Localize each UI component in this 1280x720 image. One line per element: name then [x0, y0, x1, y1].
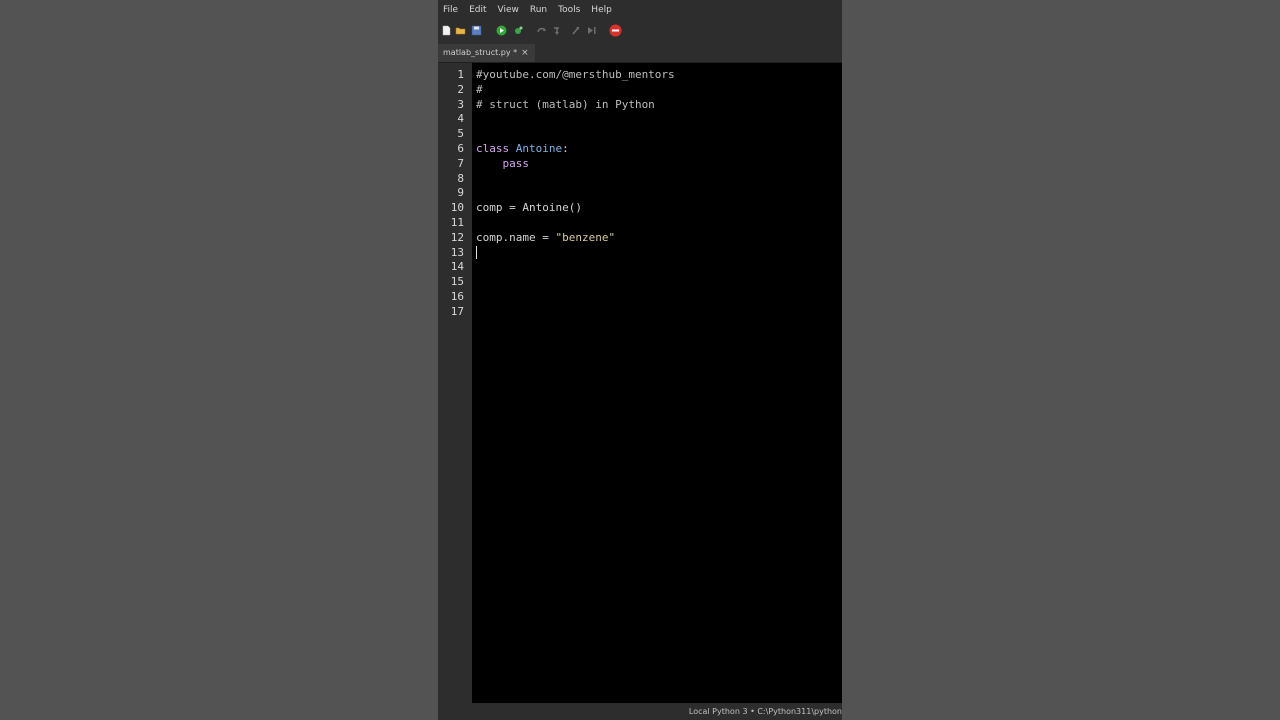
line-number: 14 [450, 260, 464, 273]
toolbar [438, 21, 842, 40]
keyword-class: class [476, 142, 510, 155]
code-line-2: # [476, 83, 483, 96]
line-number: 11 [450, 216, 464, 229]
status-separator: • [750, 707, 755, 716]
code-line-10: comp = Antoine() [476, 201, 582, 214]
new-file-icon[interactable] [441, 25, 452, 36]
run-icon[interactable] [496, 25, 507, 36]
code-line-7: pass [476, 156, 530, 171]
open-folder-icon[interactable] [455, 25, 466, 36]
line-number: 9 [457, 186, 464, 199]
line-number: 7 [457, 157, 464, 170]
interpreter-path: C:\Python311\python [757, 707, 842, 716]
line-number: 16 [450, 290, 464, 303]
line-number: 12 [450, 231, 464, 244]
code-line-1: #youtube.com/@mersthub_mentors [476, 68, 675, 81]
line-number: 10 [450, 201, 464, 214]
class-name: Antoine [515, 142, 563, 155]
step-over-icon[interactable] [536, 25, 547, 36]
line-number: 13 [450, 246, 464, 259]
line-number: 15 [450, 275, 464, 288]
colon: : [562, 142, 569, 155]
step-into-icon[interactable] [552, 25, 563, 36]
code-line-3: # struct (matlab) in Python [476, 98, 655, 111]
step-out-icon[interactable] [570, 25, 581, 36]
code-line-12: comp.name = "benzene" [476, 230, 615, 245]
menu-run[interactable]: Run [525, 0, 552, 20]
line-number: 6 [457, 142, 464, 155]
menu-help[interactable]: Help [586, 0, 617, 20]
menu-bar: File Edit View Run Tools Help [438, 0, 842, 20]
code-line-6: class Antoine: [476, 141, 569, 156]
tab-bar: matlab_struct.py * × [438, 44, 842, 63]
line-number: 2 [457, 83, 464, 96]
resume-icon[interactable] [586, 25, 597, 36]
status-bar: Local Python 3 • C:\Python311\python [438, 703, 842, 720]
save-icon[interactable] [471, 25, 482, 36]
line-number-gutter: 1 2 3 4 5 6 7 8 9 10 11 12 13 14 15 16 1… [438, 63, 472, 703]
text-cursor [476, 246, 477, 259]
keyword-pass: pass [502, 157, 530, 170]
menu-edit[interactable]: Edit [464, 0, 491, 20]
assignment: comp.name = [476, 231, 556, 244]
tab-matlab-struct[interactable]: matlab_struct.py * × [438, 44, 535, 62]
code-editor[interactable]: #youtube.com/@mersthub_mentors # # struc… [472, 63, 842, 703]
menu-tools[interactable]: Tools [553, 0, 585, 20]
line-number: 5 [457, 127, 464, 140]
line-number: 4 [457, 112, 464, 125]
stop-icon[interactable] [609, 24, 622, 37]
line-number: 17 [450, 305, 464, 318]
string-literal: "benzene" [555, 231, 616, 244]
menu-view[interactable]: View [493, 0, 524, 20]
menu-file[interactable]: File [438, 0, 463, 20]
line-number: 3 [457, 98, 464, 111]
close-tab-icon[interactable]: × [521, 44, 529, 62]
debug-icon[interactable] [513, 25, 524, 36]
line-number: 1 [457, 68, 464, 81]
tab-label: matlab_struct.py * [443, 48, 518, 57]
line-number: 8 [457, 172, 464, 185]
interpreter-label[interactable]: Local Python 3 [689, 707, 748, 716]
ide-window: File Edit View Run Tools Help matlab_str… [438, 0, 842, 720]
